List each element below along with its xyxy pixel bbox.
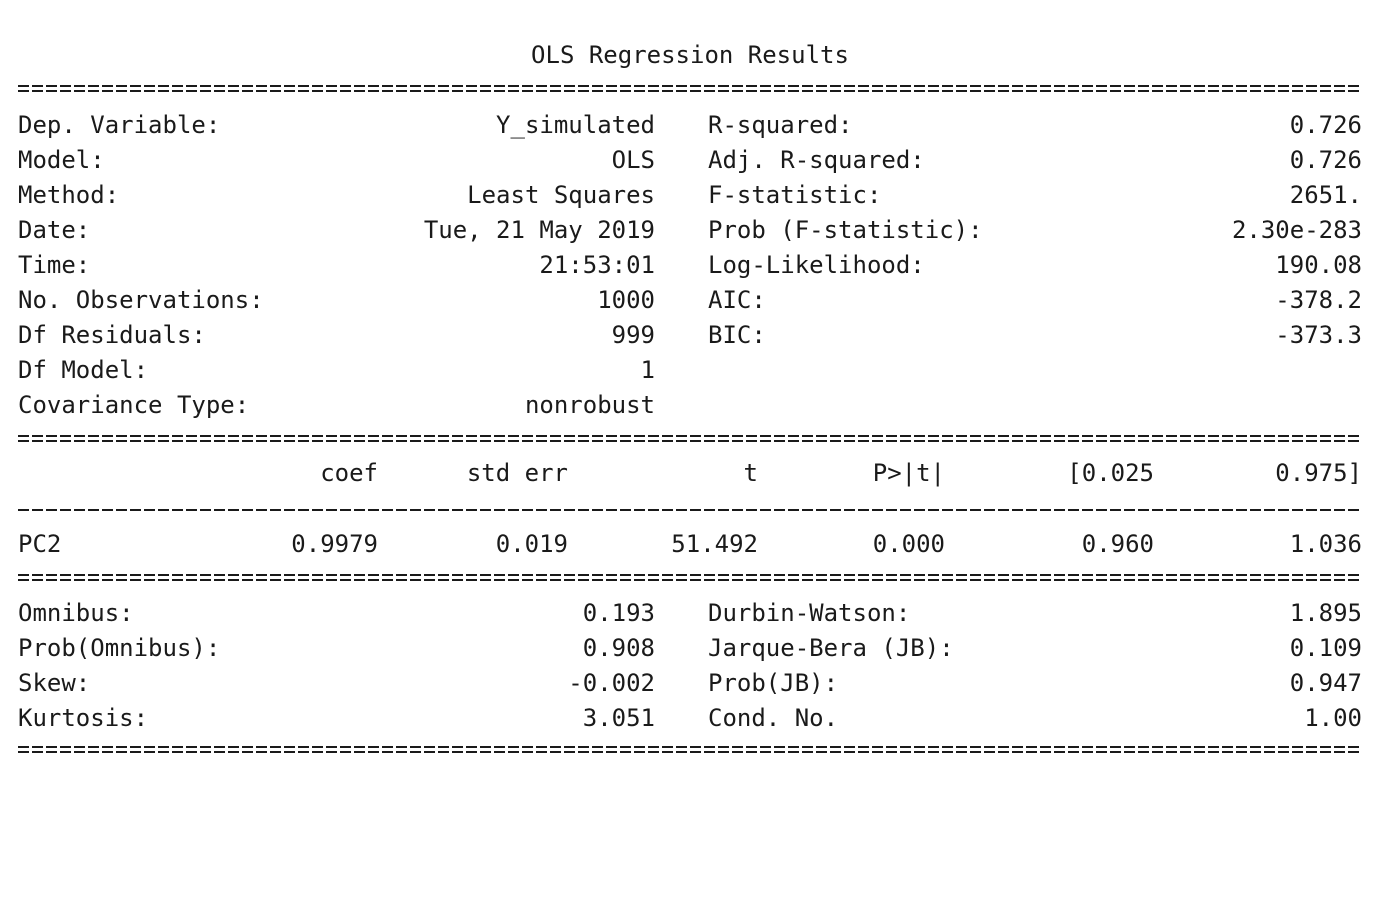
summary-row: Df Residuals: 999 BIC: -373.3 bbox=[18, 318, 1362, 352]
summary-label: No. Observations: bbox=[18, 286, 264, 314]
diagnostic-label: Prob(JB): bbox=[708, 669, 839, 697]
summary-row: Model: OLS Adj. R-squared: 0.726 bbox=[18, 143, 1362, 177]
summary-value: 1 bbox=[640, 356, 655, 384]
stat-value: 0.726 bbox=[1289, 146, 1362, 174]
std-err-value: 0.019 bbox=[495, 530, 568, 558]
stat-value: -373.3 bbox=[1275, 321, 1362, 349]
summary-value: 1000 bbox=[597, 286, 655, 314]
diagnostic-label: Skew: bbox=[18, 669, 91, 697]
summary-label: Dep. Variable: bbox=[18, 111, 221, 139]
coef-header: coef bbox=[320, 459, 378, 487]
ci-upper-header: 0.975] bbox=[1275, 459, 1362, 487]
summary-value: nonrobust bbox=[524, 391, 655, 419]
diagnostic-row: Kurtosis: 3.051 Cond. No. 1.00 bbox=[18, 701, 1362, 735]
summary-row: Time: 21:53:01 Log-Likelihood: 190.08 bbox=[18, 248, 1362, 282]
diagnostic-label: Kurtosis: bbox=[18, 704, 149, 732]
summary-row: Covariance Type: nonrobust bbox=[18, 388, 1362, 422]
summary-row: Df Model: 1 bbox=[18, 353, 1362, 387]
summary-row: Dep. Variable: Y_simulated R-squared: 0.… bbox=[18, 108, 1362, 142]
diagnostic-value: 0.193 bbox=[582, 599, 655, 627]
summary-value: Least Squares bbox=[467, 181, 655, 209]
diagnostic-value: -0.002 bbox=[568, 669, 655, 697]
p-value-header: P>|t| bbox=[872, 459, 945, 487]
p-value: 0.000 bbox=[872, 530, 945, 558]
coef-value: 0.9979 bbox=[291, 530, 378, 558]
summary-label: Time: bbox=[18, 251, 91, 279]
diagnostic-value: 1.895 bbox=[1289, 599, 1362, 627]
double-rule bbox=[18, 572, 1362, 582]
stat-label: Log-Likelihood: bbox=[708, 251, 925, 279]
diagnostic-label: Prob(Omnibus): bbox=[18, 634, 221, 662]
stat-value: 190.08 bbox=[1275, 251, 1362, 279]
stat-value: 0.726 bbox=[1289, 111, 1362, 139]
diagnostic-label: Durbin-Watson: bbox=[708, 599, 911, 627]
double-rule bbox=[18, 83, 1362, 93]
diagnostic-label: Omnibus: bbox=[18, 599, 134, 627]
stat-label: AIC: bbox=[708, 286, 766, 314]
ci-lower-value: 0.960 bbox=[1081, 530, 1154, 558]
summary-label: Df Residuals: bbox=[18, 321, 206, 349]
diagnostic-label: Jarque-Bera (JB): bbox=[708, 634, 954, 662]
diagnostic-value: 0.947 bbox=[1289, 669, 1362, 697]
stat-label: Adj. R-squared: bbox=[708, 146, 925, 174]
summary-value: Tue, 21 May 2019 bbox=[423, 216, 655, 244]
report-title: OLS Regression Results bbox=[531, 41, 849, 69]
diagnostic-value: 3.051 bbox=[582, 704, 655, 732]
diagnostic-row: Skew: -0.002 Prob(JB): 0.947 bbox=[18, 666, 1362, 700]
variable-name: PC2 bbox=[18, 530, 62, 558]
summary-value: 21:53:01 bbox=[539, 251, 655, 279]
summary-row: Method: Least Squares F-statistic: 2651. bbox=[18, 178, 1362, 212]
stat-value: 2651. bbox=[1289, 181, 1362, 209]
diagnostic-value: 0.908 bbox=[582, 634, 655, 662]
diagnostic-value: 0.109 bbox=[1289, 634, 1362, 662]
ci-upper-value: 1.036 bbox=[1289, 530, 1362, 558]
double-rule bbox=[18, 744, 1362, 754]
summary-label: Date: bbox=[18, 216, 91, 244]
summary-value: 999 bbox=[611, 321, 655, 349]
t-value: 51.492 bbox=[671, 530, 758, 558]
summary-label: Model: bbox=[18, 146, 105, 174]
dashed-rule bbox=[18, 505, 1362, 515]
stat-label: Prob (F-statistic): bbox=[708, 216, 983, 244]
summary-label: Method: bbox=[18, 181, 120, 209]
summary-row: Date: Tue, 21 May 2019 Prob (F-statistic… bbox=[18, 213, 1362, 247]
t-header: t bbox=[743, 459, 758, 487]
diagnostic-label: Cond. No. bbox=[708, 704, 839, 732]
diagnostic-value: 1.00 bbox=[1304, 704, 1362, 732]
diagnostic-row: Prob(Omnibus): 0.908 Jarque-Bera (JB): 0… bbox=[18, 631, 1362, 665]
regression-summary: OLS Regression Results Dep. Variable: Y_… bbox=[18, 0, 1362, 776]
summary-label: Covariance Type: bbox=[18, 391, 250, 419]
double-rule bbox=[18, 433, 1362, 443]
ci-lower-header: [0.025 bbox=[1067, 459, 1154, 487]
summary-value: OLS bbox=[611, 146, 655, 174]
stat-value: 2.30e-283 bbox=[1231, 216, 1362, 244]
summary-label: Df Model: bbox=[18, 356, 149, 384]
stat-label: R-squared: bbox=[708, 111, 853, 139]
table-row: PC2 0.9979 0.019 51.492 0.000 0.960 1.03… bbox=[18, 527, 1362, 561]
stat-label: F-statistic: bbox=[708, 181, 882, 209]
coef-header-row: coef std err t P>|t| [0.025 0.975] bbox=[18, 456, 1362, 490]
stat-label: BIC: bbox=[708, 321, 766, 349]
summary-row: No. Observations: 1000 AIC: -378.2 bbox=[18, 283, 1362, 317]
summary-value: Y_simulated bbox=[496, 111, 655, 139]
stat-value: -378.2 bbox=[1275, 286, 1362, 314]
diagnostic-row: Omnibus: 0.193 Durbin-Watson: 1.895 bbox=[18, 596, 1362, 630]
std-err-header: std err bbox=[466, 459, 568, 487]
